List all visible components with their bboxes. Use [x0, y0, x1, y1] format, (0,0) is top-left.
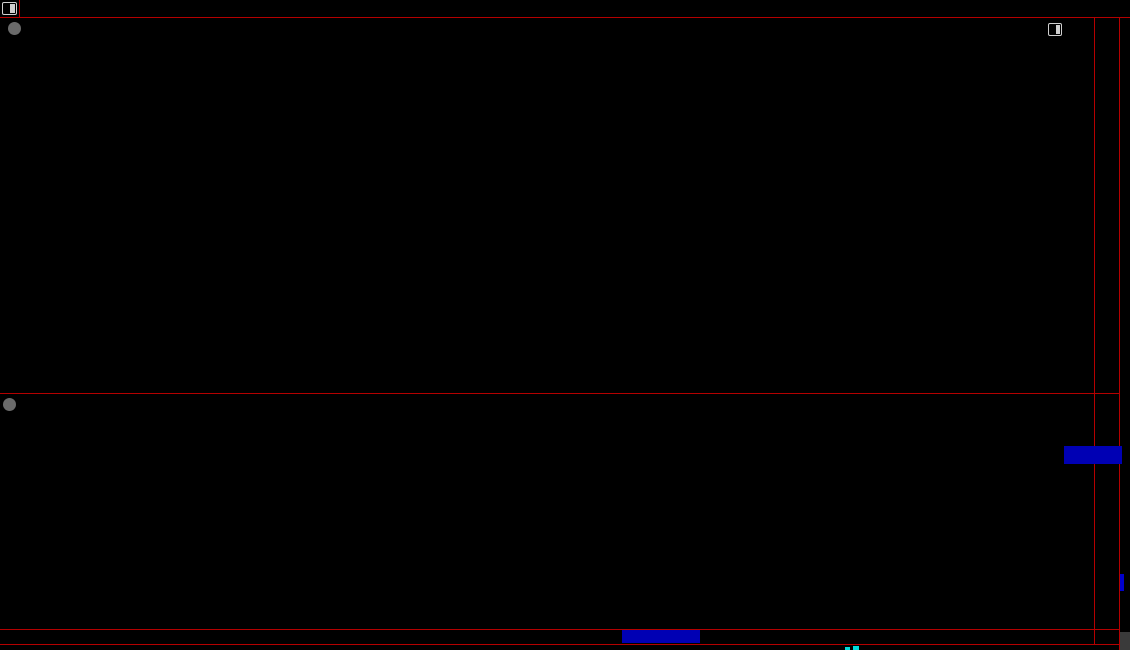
date-axis-top-border	[0, 629, 1119, 630]
toolbar-border	[0, 17, 1130, 18]
chevron-down-icon[interactable]	[3, 398, 16, 411]
app-window	[0, 0, 1130, 650]
sub-chart-header	[3, 397, 31, 412]
chevron-down-icon[interactable]	[8, 22, 21, 35]
right-strip-highlight	[1120, 574, 1124, 591]
price-axis-border	[1094, 18, 1095, 644]
selected-date-box	[622, 630, 700, 643]
current-price-tag	[1064, 446, 1122, 464]
sub-ema-chart[interactable]	[0, 414, 1094, 629]
toolbar-separator	[19, 0, 20, 17]
panel-divider	[0, 393, 1119, 394]
main-chart-header	[3, 21, 26, 36]
window-layout-icon[interactable]	[2, 2, 17, 15]
window-layout-icon-fill	[10, 4, 15, 13]
maximize-pane-icon-fill	[1056, 25, 1060, 34]
right-strip-border	[1119, 18, 1120, 650]
bottom-cyan-mark	[853, 646, 859, 650]
top-toolbar	[0, 0, 1130, 17]
right-strip-scroll[interactable]	[1120, 632, 1130, 650]
main-candlestick-chart[interactable]	[0, 37, 1094, 393]
date-axis-bottom-border	[0, 644, 1119, 645]
maximize-pane-icon[interactable]	[1048, 23, 1062, 36]
